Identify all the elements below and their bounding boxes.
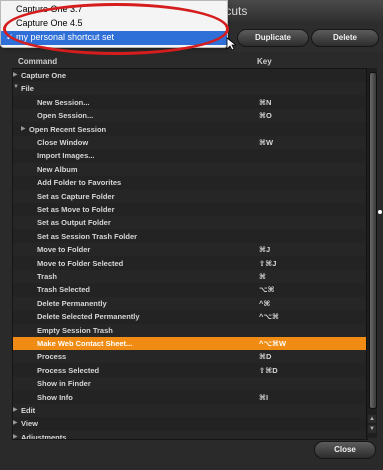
- table-row[interactable]: Delete Permanently ^⌘: [13, 296, 367, 310]
- delete-button[interactable]: Delete: [311, 29, 379, 47]
- command-label: Set as Output Folder: [37, 218, 111, 228]
- table-row[interactable]: Set as Output Folder: [13, 216, 367, 230]
- table-row[interactable]: Trash ⌘: [13, 270, 367, 283]
- command-label: Close Window: [37, 138, 89, 147]
- command-label: Process: [37, 352, 67, 362]
- close-button[interactable]: Close: [314, 441, 376, 459]
- command-label: Trash: [37, 272, 58, 281]
- shortcut-key[interactable]: ⌘I: [259, 393, 268, 402]
- table-row[interactable]: Add Folder to Favorites: [13, 176, 367, 189]
- shortcut-list[interactable]: ▶ Capture One ▼ File New Session... ⌘N Open Se…: [12, 68, 368, 440]
- resize-handle-icon[interactable]: [378, 210, 382, 214]
- highlight-circle-annotation: [3, 3, 229, 55]
- command-label: Make Web Contact Sheet...: [37, 339, 133, 348]
- table-row[interactable]: Delete Selected Permanently ^⌥⌘: [13, 310, 367, 323]
- table-row[interactable]: Close Window ⌘W: [13, 136, 367, 149]
- command-label: Set as Move to Folder: [37, 205, 115, 214]
- table-row[interactable]: Open Session... ⌘O: [13, 109, 367, 123]
- table-row[interactable]: Set as Move to Folder: [13, 203, 367, 216]
- column-header-command[interactable]: Command: [18, 57, 57, 66]
- command-label: Edit: [21, 406, 36, 415]
- shortcuts-window: rtcuts Duplicate Delete Command Key ▶ Cap…: [0, 0, 383, 470]
- shortcut-key[interactable]: ⌘: [259, 272, 266, 281]
- command-label: Set as Capture Folder: [37, 191, 115, 201]
- table-row[interactable]: ▶ View: [13, 417, 367, 430]
- scroll-down-arrow-icon[interactable]: ▼: [368, 425, 376, 433]
- command-label: Process Selected: [37, 365, 100, 375]
- shortcut-key[interactable]: ⌘O: [259, 111, 272, 120]
- table-row[interactable]: Set as Session Trash Folder: [13, 230, 367, 243]
- vertical-scrollbar[interactable]: ▲ ▼: [366, 68, 377, 438]
- command-label: Empty Session Trash: [37, 325, 113, 335]
- scroll-up-arrow-icon[interactable]: ▲: [368, 415, 376, 423]
- command-label: Open Session...: [37, 111, 94, 121]
- mouse-pointer-icon: [226, 37, 236, 51]
- command-label: Show in Finder: [37, 379, 91, 389]
- table-row[interactable]: New Album: [13, 162, 367, 176]
- table-row[interactable]: Empty Session Trash: [13, 323, 367, 337]
- shortcut-key[interactable]: ⌘J: [259, 245, 270, 254]
- disclosure-collapsed-icon[interactable]: ▶: [21, 125, 26, 132]
- list-header: Command Key: [12, 54, 368, 68]
- command-label: Trash Selected: [37, 285, 90, 295]
- shortcut-key[interactable]: ^⌥⌘: [259, 312, 279, 321]
- command-label: Show Info: [37, 392, 73, 402]
- table-row[interactable]: Set as Capture Folder: [13, 189, 367, 203]
- command-label: View: [21, 419, 38, 429]
- disclosure-collapsed-icon[interactable]: ▶: [13, 406, 18, 413]
- shortcut-key[interactable]: ^⌘: [259, 299, 270, 308]
- table-row[interactable]: ▶ Capture One: [13, 69, 367, 82]
- command-label: Move to Folder Selected: [37, 258, 124, 268]
- command-label: Set as Session Trash Folder: [37, 231, 138, 241]
- disclosure-collapsed-icon[interactable]: ▶: [13, 71, 18, 78]
- table-row[interactable]: New Session... ⌘N: [13, 96, 367, 109]
- table-row[interactable]: Move to Folder Selected ⇧⌘J: [13, 257, 367, 270]
- command-label: Import Images...: [37, 151, 95, 161]
- command-label: Add Folder to Favorites: [37, 178, 122, 188]
- disclosure-collapsed-icon[interactable]: ▶: [13, 419, 18, 426]
- command-label: Capture One: [21, 71, 67, 80]
- table-row[interactable]: ▶ Open Recent Session: [13, 123, 367, 136]
- column-header-key[interactable]: Key: [257, 57, 272, 66]
- command-label: New Album: [37, 164, 78, 174]
- shortcut-key[interactable]: ⇧⌘J: [259, 259, 276, 268]
- command-label: Delete Permanently: [37, 298, 107, 308]
- disclosure-expanded-icon[interactable]: ▼: [13, 84, 19, 90]
- shortcut-key[interactable]: ^⌥⌘W: [259, 339, 286, 348]
- table-row[interactable]: Trash Selected ⌥⌘: [13, 283, 367, 296]
- command-label: Move to Folder: [37, 245, 91, 255]
- table-row[interactable]: ▶ Edit: [13, 404, 367, 417]
- command-label: Delete Selected Permanently: [37, 312, 140, 322]
- shortcut-key[interactable]: ⌘W: [259, 138, 273, 147]
- shortcut-key[interactable]: ⌥⌘: [259, 285, 275, 294]
- command-label: Adjustments: [21, 432, 67, 440]
- command-label: New Session...: [37, 97, 90, 107]
- command-label: Open Recent Session: [29, 124, 107, 134]
- command-label: File: [21, 84, 34, 94]
- shortcut-key[interactable]: ⌘D: [259, 352, 271, 361]
- table-row[interactable]: Process ⌘D: [13, 350, 367, 364]
- table-row[interactable]: ▶ Adjustments: [13, 430, 367, 440]
- table-row[interactable]: Show in Finder: [13, 377, 367, 391]
- table-row[interactable]: Make Web Contact Sheet... ^⌥⌘W: [13, 337, 367, 350]
- scrollbar-thumb[interactable]: [369, 72, 377, 409]
- table-row[interactable]: ▼ File: [13, 82, 367, 96]
- table-row[interactable]: Show Info ⌘I: [13, 391, 367, 404]
- disclosure-collapsed-icon[interactable]: ▶: [13, 433, 18, 439]
- table-row[interactable]: Move to Folder ⌘J: [13, 243, 367, 257]
- shortcut-key[interactable]: ⇧⌘D: [259, 366, 278, 375]
- table-row[interactable]: Process Selected ⇧⌘D: [13, 364, 367, 377]
- table-row[interactable]: Import Images...: [13, 149, 367, 162]
- shortcut-key[interactable]: ⌘N: [259, 98, 271, 107]
- duplicate-button[interactable]: Duplicate: [237, 29, 309, 47]
